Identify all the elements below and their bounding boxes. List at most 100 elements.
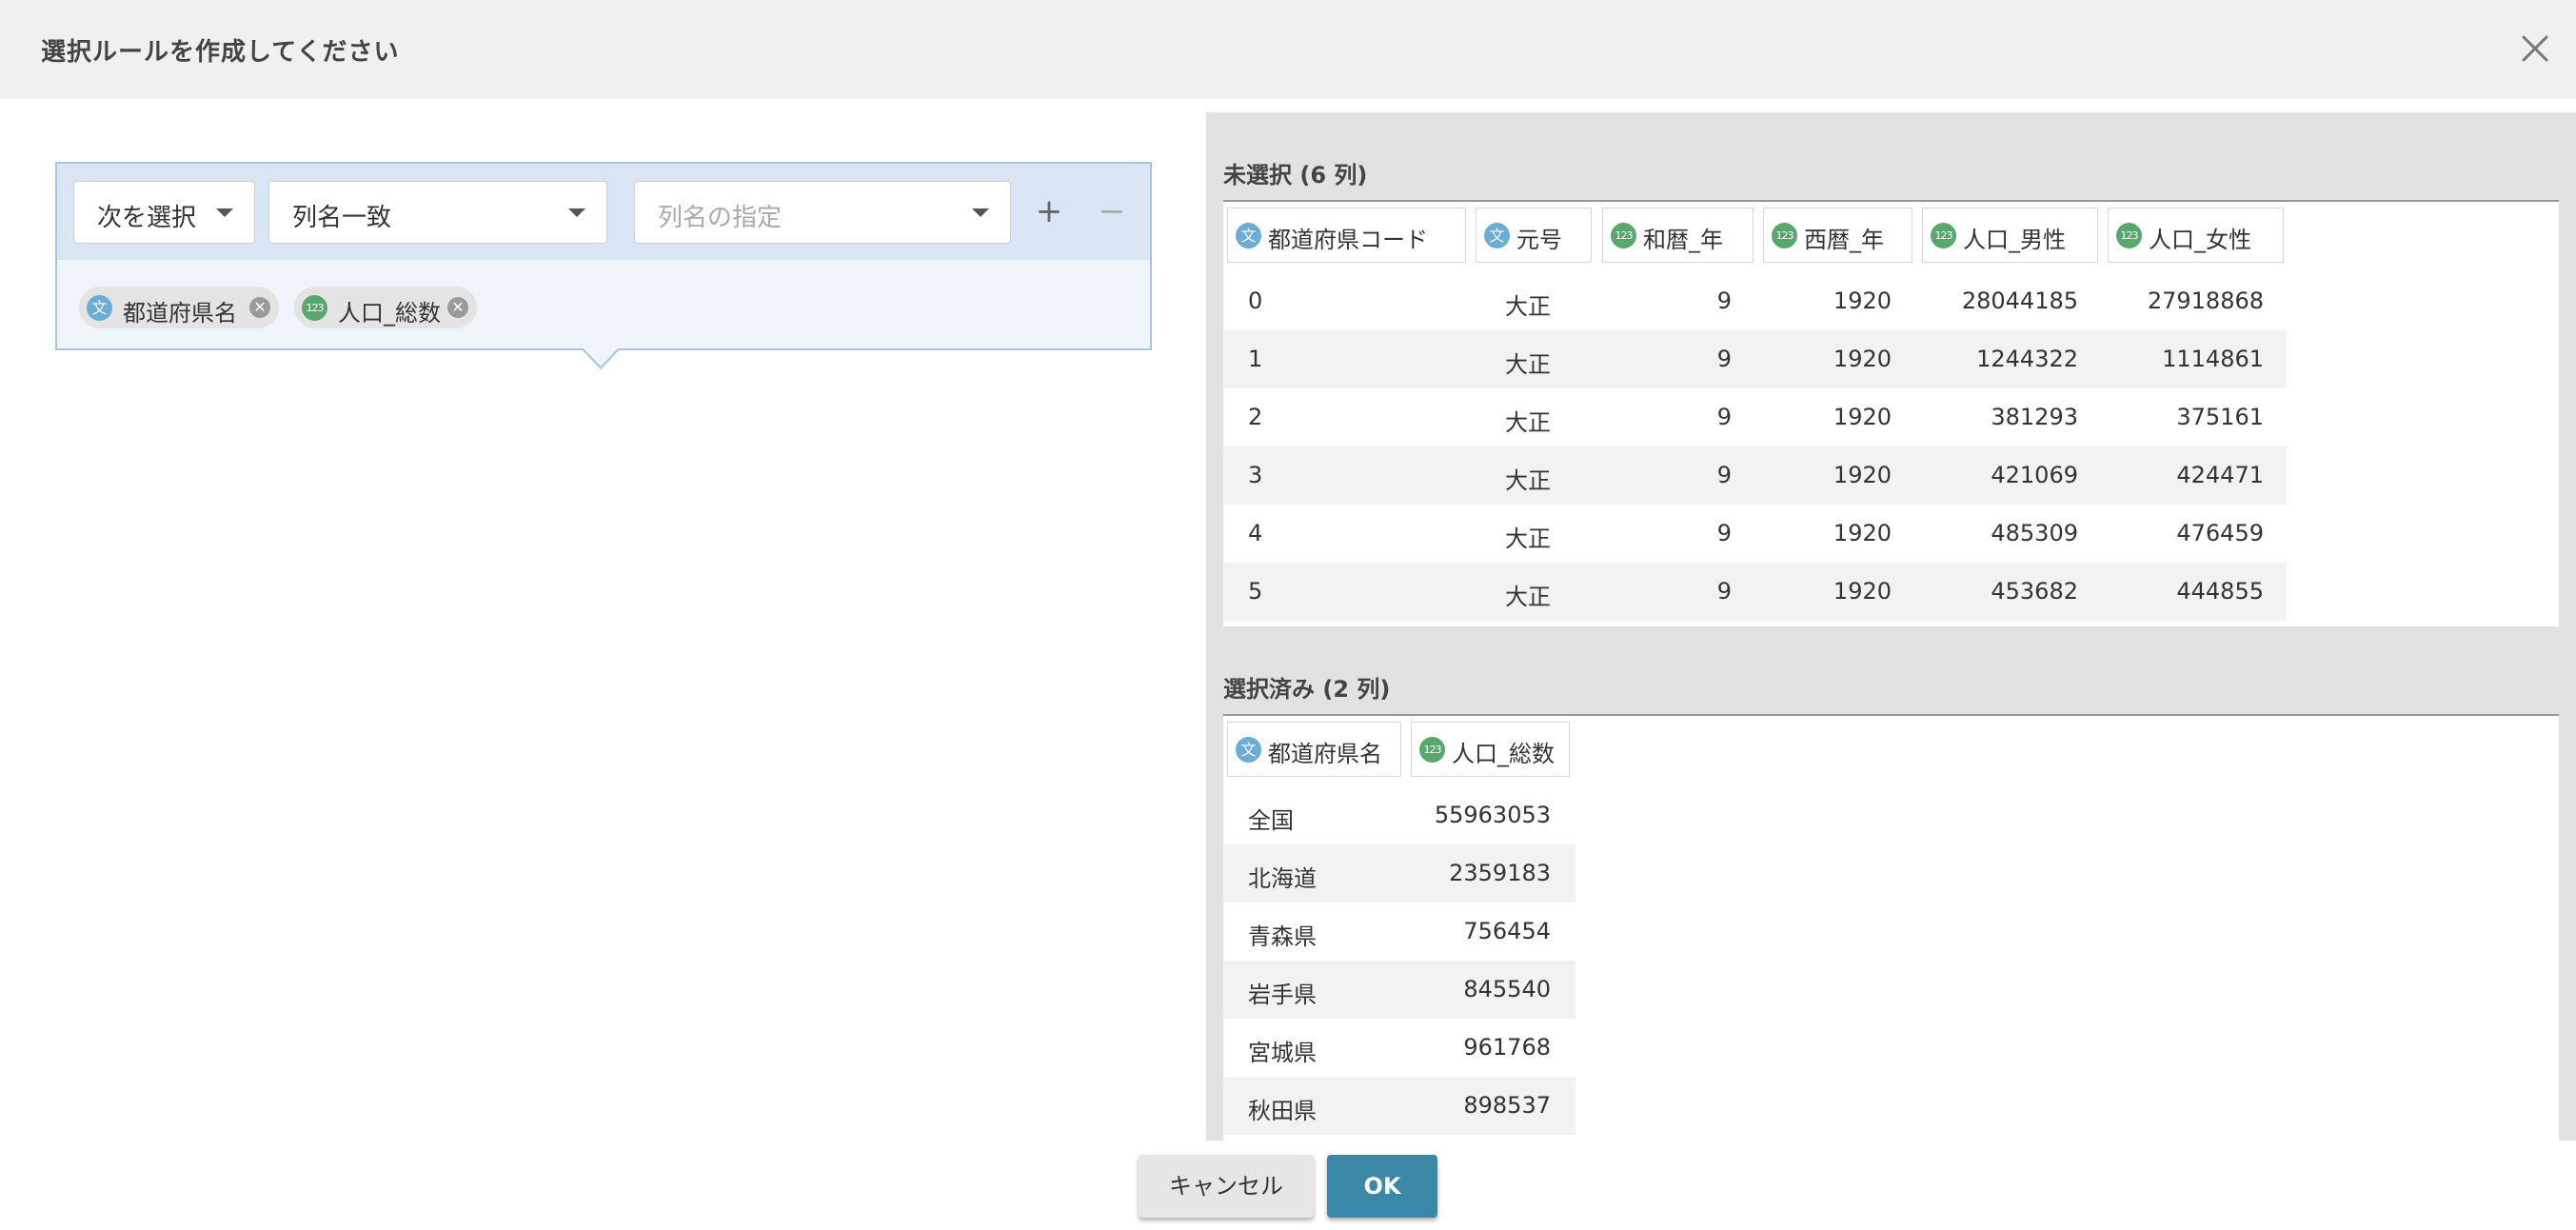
remove-chip-icon[interactable]: ✕ (249, 297, 270, 318)
table-cell: 756454 (1463, 918, 1551, 944)
table-cell: 大正 (1505, 409, 1551, 436)
table-row: 全国 55963053 (1223, 786, 1575, 844)
column-name-select[interactable]: 列名の指定 (634, 181, 1011, 244)
chip-label: 人口_総数 (338, 300, 441, 327)
table-row: 0 大正 9 1920 28044185 27918868 (1223, 272, 2287, 330)
remove-rule-button[interactable]: − (1095, 195, 1129, 230)
column-header[interactable]: 文 都道府県コード (1227, 208, 1466, 263)
close-icon[interactable] (2521, 34, 2549, 63)
table-row: 2 大正 9 1920 381293 375161 (1223, 388, 2287, 446)
table-cell: 1114861 (2162, 346, 2264, 372)
column-header-label: 人口_女性 (2149, 227, 2251, 253)
table-cell: 1244322 (1976, 346, 2078, 372)
rule-toolbar: 次を選択 列名一致 列名の指定 + − (57, 164, 1150, 260)
table-cell: 2359183 (1449, 860, 1551, 886)
table-cell: 2 (1248, 404, 1263, 430)
selected-table: 文 都道府県名 123 人口_総数 全国 55963053 北海道 235918… (1223, 714, 2559, 1141)
string-type-icon: 文 (1236, 737, 1261, 763)
mode-select[interactable]: 次を選択 (73, 181, 255, 244)
table-cell: 381293 (1991, 404, 2078, 430)
table-cell: 1920 (1833, 578, 1892, 605)
table-cell: 1920 (1833, 404, 1892, 430)
table-row: 3 大正 9 1920 421069 424471 (1223, 446, 2287, 505)
remove-chip-icon[interactable]: ✕ (447, 297, 468, 318)
table-cell: 5 (1248, 578, 1263, 605)
unselected-title: 未選択 (6 列) (1223, 162, 1368, 188)
table-cell: 27918868 (2147, 288, 2264, 314)
rule-pointer-fill (584, 348, 618, 367)
chip-label: 都道府県名 (123, 300, 237, 327)
table-cell: 453682 (1991, 578, 2078, 605)
table-row: 4 大正 9 1920 485309 476459 (1223, 505, 2287, 563)
column-header-label: 和暦_年 (1643, 227, 1723, 253)
column-header-label: 元号 (1516, 227, 1562, 253)
table-cell: 宮城県 (1248, 1040, 1317, 1066)
rule-panel: 次を選択 列名一致 列名の指定 + − 文 都道府県名 ✕ 123 人口_総数 … (55, 162, 1152, 350)
column-header[interactable]: 文 元号 (1476, 208, 1592, 263)
column-chip: 文 都道府県名 ✕ (79, 287, 279, 328)
add-rule-button[interactable]: + (1032, 195, 1066, 230)
number-type-icon: 123 (302, 295, 327, 321)
column-name-placeholder: 列名の指定 (658, 204, 783, 232)
table-cell: 岩手県 (1248, 982, 1317, 1008)
column-chip: 123 人口_総数 ✕ (294, 287, 477, 328)
table-cell: 大正 (1505, 526, 1551, 552)
table-row: 秋田県 898537 (1223, 1077, 1575, 1135)
table-cell: 1 (1248, 346, 1263, 372)
table-cell: 秋田県 (1248, 1098, 1317, 1124)
table-cell: 1920 (1833, 520, 1892, 546)
column-header[interactable]: 123 人口_男性 (1922, 208, 2098, 263)
number-type-icon: 123 (1611, 223, 1636, 248)
string-type-icon: 文 (1484, 223, 1510, 248)
number-type-icon: 123 (1772, 223, 1797, 248)
table-row: 5 大正 9 1920 453682 444855 (1223, 563, 2287, 621)
ok-button[interactable]: OK (1327, 1155, 1437, 1218)
dialog-header: 選択ルールを作成してください (0, 0, 2576, 99)
table-cell: 55963053 (1434, 802, 1551, 828)
table-cell: 444855 (2176, 578, 2264, 605)
table-cell: 476459 (2176, 520, 2264, 546)
table-row: 1 大正 9 1920 1244322 1114861 (1223, 330, 2287, 388)
preview-panel: 未選択 (6 列) 文 都道府県コード 文 元号 123 和暦_年 123 西暦… (1206, 112, 2576, 1141)
table-cell: 424471 (2176, 462, 2264, 488)
number-type-icon: 123 (1419, 737, 1445, 763)
dialog-title: 選択ルールを作成してください (41, 38, 400, 67)
table-cell: 大正 (1505, 293, 1551, 320)
table-cell: 3 (1248, 462, 1263, 488)
table-cell: 1920 (1833, 346, 1892, 372)
table-cell: 9 (1716, 288, 1732, 314)
table-cell: 375161 (2176, 404, 2264, 430)
unselected-table: 文 都道府県コード 文 元号 123 和暦_年 123 西暦_年 123 人口_… (1223, 200, 2559, 626)
table-cell: 485309 (1991, 520, 2078, 546)
table-cell: 北海道 (1248, 865, 1317, 892)
table-cell: 9 (1716, 520, 1732, 546)
table-cell: 1920 (1833, 462, 1892, 488)
table-cell: 845540 (1463, 976, 1551, 1002)
column-header[interactable]: 文 都道府県名 (1227, 722, 1401, 777)
table-row: 青森県 756454 (1223, 903, 1575, 961)
chevron-down-icon (216, 208, 233, 217)
column-header[interactable]: 123 西暦_年 (1763, 208, 1912, 263)
number-type-icon: 123 (1931, 223, 1956, 248)
table-cell: 青森県 (1248, 923, 1317, 950)
selected-title: 選択済み (2 列) (1223, 676, 1391, 703)
column-header[interactable]: 123 人口_総数 (1411, 722, 1570, 777)
table-cell: 9 (1716, 578, 1732, 605)
table-cell: 全国 (1248, 807, 1294, 834)
match-select-label: 列名一致 (292, 204, 392, 232)
table-cell: 961768 (1463, 1034, 1551, 1061)
column-header-label: 都道府県名 (1268, 741, 1382, 767)
column-header-label: 西暦_年 (1804, 227, 1884, 253)
table-cell: 898537 (1463, 1092, 1551, 1119)
cancel-button[interactable]: キャンセル (1139, 1155, 1314, 1218)
column-header[interactable]: 123 人口_女性 (2108, 208, 2284, 263)
number-type-icon: 123 (2116, 223, 2142, 248)
column-header-label: 都道府県コード (1268, 227, 1428, 253)
table-row: 岩手県 845540 (1223, 961, 1575, 1019)
table-cell: 9 (1716, 346, 1732, 372)
column-header[interactable]: 123 和暦_年 (1602, 208, 1754, 263)
table-cell: 大正 (1505, 584, 1551, 610)
match-select[interactable]: 列名一致 (268, 181, 607, 244)
string-type-icon: 文 (1236, 223, 1261, 248)
column-header-label: 人口_男性 (1963, 227, 2066, 253)
